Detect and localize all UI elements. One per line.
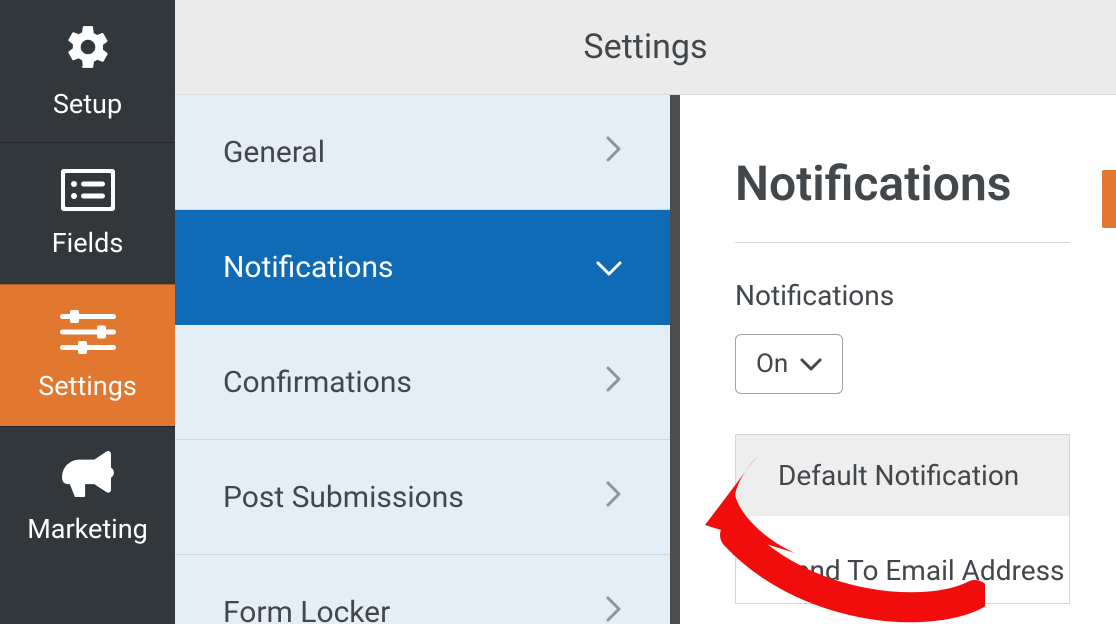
divider (735, 242, 1070, 243)
default-notification-card: Default Notification Send To Email Addre… (735, 434, 1070, 604)
settings-item-general[interactable]: General (175, 95, 670, 210)
nav-label: Marketing (27, 513, 148, 545)
topbar: Settings (175, 0, 1116, 95)
card-header: Default Notification (736, 435, 1069, 516)
select-value: On (756, 349, 788, 379)
heading-accent (1102, 170, 1116, 228)
settings-item-label: Form Locker (223, 595, 390, 624)
content-heading: Notifications (735, 155, 1011, 212)
settings-item-form-locker[interactable]: Form Locker (175, 555, 670, 624)
list-icon (61, 169, 115, 215)
nav-label: Setup (53, 88, 122, 120)
settings-item-label: Notifications (223, 250, 394, 285)
nav-setup[interactable]: Setup (0, 0, 175, 142)
chevron-right-icon (606, 365, 622, 400)
panes: General Notifications Confirmations Post… (175, 95, 1116, 624)
chevron-right-icon (606, 480, 622, 515)
nav-label: Fields (52, 227, 124, 259)
page-title: Settings (583, 27, 707, 67)
nav-marketing[interactable]: Marketing (0, 426, 175, 568)
chevron-right-icon (606, 595, 622, 624)
nav-rail: Setup Fields Settings Marketing (0, 0, 175, 624)
settings-item-label: General (223, 135, 325, 170)
chevron-down-icon (596, 250, 622, 285)
nav-settings[interactable]: Settings (0, 284, 175, 426)
notifications-toggle[interactable]: On (735, 334, 843, 394)
gear-icon (63, 22, 113, 76)
content-pane: Notifications Notifications On Default N… (680, 95, 1116, 624)
bullhorn-icon (62, 451, 114, 501)
settings-list: General Notifications Confirmations Post… (175, 95, 680, 624)
sliders-icon (60, 310, 116, 358)
nav-fields[interactable]: Fields (0, 142, 175, 284)
settings-item-label: Post Submissions (223, 480, 464, 515)
notifications-toggle-label: Notifications (735, 279, 1116, 312)
chevron-down-icon (800, 349, 822, 379)
settings-item-confirmations[interactable]: Confirmations (175, 325, 670, 440)
settings-item-notifications[interactable]: Notifications (175, 210, 670, 325)
settings-item-post-submissions[interactable]: Post Submissions (175, 440, 670, 555)
chevron-right-icon (606, 135, 622, 170)
send-to-email-label: Send To Email Address (736, 516, 1069, 603)
settings-item-label: Confirmations (223, 365, 412, 400)
nav-label: Settings (38, 370, 137, 402)
main: Settings General Notifications Confirmat… (175, 0, 1116, 624)
